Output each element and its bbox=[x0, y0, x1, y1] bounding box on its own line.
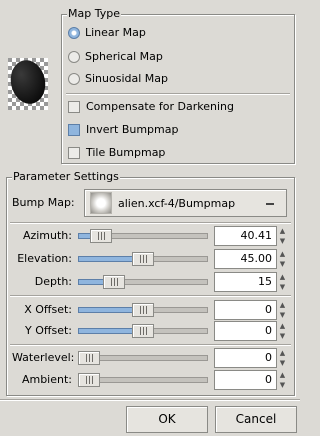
elevation-label: Elevation: bbox=[17, 252, 72, 265]
spin-down-icon[interactable]: ▼ bbox=[277, 380, 288, 390]
dropdown-arrow-icon bbox=[266, 203, 274, 206]
bump-map-value: alien.xcf-4/Bumpmap bbox=[118, 196, 236, 210]
azimuth-label: Azimuth: bbox=[22, 229, 72, 242]
depth-label: Depth: bbox=[34, 275, 72, 288]
spin-down-icon[interactable]: ▼ bbox=[277, 236, 288, 246]
checkbox-compensate-darkening[interactable]: Compensate for Darkening bbox=[68, 100, 234, 114]
elevation-value[interactable]: 45.00 bbox=[214, 249, 277, 269]
radio-label: Linear Map bbox=[85, 26, 146, 39]
depth-slider[interactable] bbox=[78, 274, 208, 290]
bump-map-dropdown[interactable]: alien.xcf-4/Bumpmap bbox=[84, 189, 287, 217]
spin-down-icon[interactable]: ▼ bbox=[277, 358, 288, 368]
depth-value[interactable]: 15 bbox=[214, 272, 277, 292]
spin-down-icon[interactable]: ▼ bbox=[277, 331, 288, 341]
spin-up-icon[interactable]: ▲ bbox=[277, 321, 288, 331]
preview-image bbox=[8, 58, 48, 110]
checkbox-indicator bbox=[68, 124, 80, 136]
param-separator-2 bbox=[10, 295, 291, 297]
spin-up-icon[interactable]: ▲ bbox=[277, 348, 288, 358]
ambient-value[interactable]: 0 bbox=[214, 370, 277, 390]
x-offset-spinbutton[interactable]: 0 ▲ ▼ bbox=[214, 300, 288, 320]
x-offset-label: X Offset: bbox=[24, 303, 72, 316]
parameter-settings-title: Parameter Settings bbox=[12, 170, 120, 184]
slider-handle[interactable] bbox=[78, 351, 100, 365]
checkbox-invert-bumpmap[interactable]: Invert Bumpmap bbox=[68, 123, 178, 137]
waterlevel-value[interactable]: 0 bbox=[214, 348, 277, 368]
ambient-label: Ambient: bbox=[21, 373, 72, 386]
radio-indicator bbox=[68, 27, 80, 39]
spin-up-icon[interactable]: ▲ bbox=[277, 370, 288, 380]
dialog-separator bbox=[0, 399, 300, 401]
x-offset-value[interactable]: 0 bbox=[214, 300, 277, 320]
radio-indicator bbox=[68, 73, 80, 85]
cancel-button[interactable]: Cancel bbox=[215, 406, 297, 433]
param-separator-3 bbox=[10, 344, 291, 346]
azimuth-value[interactable]: 40.41 bbox=[214, 226, 277, 246]
elevation-spinbutton[interactable]: 45.00 ▲ ▼ bbox=[214, 249, 288, 269]
spin-up-icon[interactable]: ▲ bbox=[277, 226, 288, 236]
spin-down-icon[interactable]: ▼ bbox=[277, 310, 288, 320]
radio-sinusoidal-map[interactable]: Sinuosidal Map bbox=[68, 72, 168, 86]
checkbox-label: Invert Bumpmap bbox=[86, 123, 179, 136]
spin-up-icon[interactable]: ▲ bbox=[277, 249, 288, 259]
param-separator-1 bbox=[10, 222, 291, 224]
y-offset-slider[interactable] bbox=[78, 323, 208, 339]
bumpmap-thumbnail bbox=[90, 192, 112, 214]
checkbox-indicator bbox=[68, 147, 80, 159]
azimuth-slider[interactable] bbox=[78, 228, 208, 244]
spin-up-icon[interactable]: ▲ bbox=[277, 272, 288, 282]
x-offset-slider[interactable] bbox=[78, 302, 208, 318]
ambient-spinbutton[interactable]: 0 ▲ ▼ bbox=[214, 370, 288, 390]
slider-fill bbox=[78, 256, 134, 262]
slider-handle[interactable] bbox=[132, 252, 154, 266]
radio-spherical-map[interactable]: Spherical Map bbox=[68, 50, 163, 64]
slider-fill bbox=[78, 279, 105, 285]
map-type-title: Map Type bbox=[67, 7, 121, 21]
y-offset-label: Y Offset: bbox=[25, 324, 72, 337]
y-offset-spinbutton[interactable]: 0 ▲ ▼ bbox=[214, 321, 288, 341]
slider-fill bbox=[78, 328, 134, 334]
checkbox-indicator bbox=[68, 101, 80, 113]
spin-up-icon[interactable]: ▲ bbox=[277, 300, 288, 310]
radio-indicator bbox=[68, 51, 80, 63]
waterlevel-slider[interactable] bbox=[78, 350, 208, 366]
depth-spinbutton[interactable]: 15 ▲ ▼ bbox=[214, 272, 288, 292]
checkbox-label: Compensate for Darkening bbox=[86, 100, 234, 113]
checkbox-tile-bumpmap[interactable]: Tile Bumpmap bbox=[68, 146, 165, 160]
slider-handle[interactable] bbox=[132, 324, 154, 338]
radio-label: Sinuosidal Map bbox=[85, 72, 168, 85]
radio-label: Spherical Map bbox=[85, 50, 163, 63]
spin-down-icon[interactable]: ▼ bbox=[277, 259, 288, 269]
slider-handle[interactable] bbox=[78, 373, 100, 387]
waterlevel-label: Waterlevel: bbox=[12, 351, 75, 364]
waterlevel-spinbutton[interactable]: 0 ▲ ▼ bbox=[214, 348, 288, 368]
radio-linear-map[interactable]: Linear Map bbox=[68, 26, 146, 40]
spin-down-icon[interactable]: ▼ bbox=[277, 282, 288, 292]
checkbox-label: Tile Bumpmap bbox=[86, 146, 166, 159]
ok-button[interactable]: OK bbox=[126, 406, 208, 433]
ambient-slider[interactable] bbox=[78, 372, 208, 388]
slider-handle[interactable] bbox=[90, 229, 112, 243]
slider-handle[interactable] bbox=[103, 275, 125, 289]
elevation-slider[interactable] bbox=[78, 251, 208, 267]
slider-fill bbox=[78, 307, 134, 313]
azimuth-spinbutton[interactable]: 40.41 ▲ ▼ bbox=[214, 226, 288, 246]
bump-map-label: Bump Map: bbox=[12, 196, 75, 209]
y-offset-value[interactable]: 0 bbox=[214, 321, 277, 341]
map-type-separator bbox=[66, 93, 290, 95]
slider-handle[interactable] bbox=[132, 303, 154, 317]
